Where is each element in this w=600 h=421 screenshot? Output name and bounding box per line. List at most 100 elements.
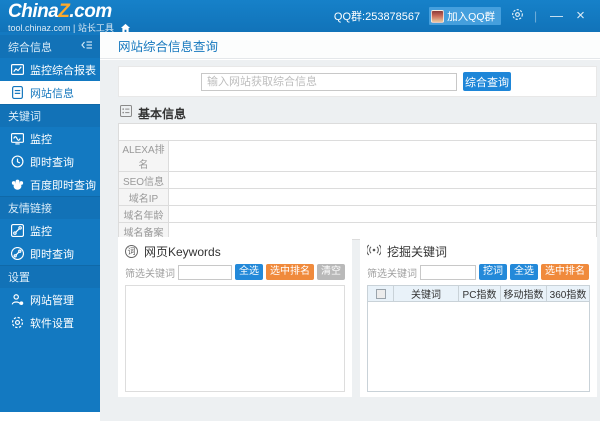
table-row: SEO信息 [118, 171, 597, 189]
section-label: 友情链接 [8, 203, 52, 215]
close-icon[interactable]: × [573, 8, 588, 23]
sidebar-item-site-manage[interactable]: 网站管理 [0, 288, 100, 311]
sidebar-item-label: 监控综合报表 [30, 64, 96, 77]
page-title: 网站综合信息查询 [118, 39, 219, 54]
link-square-icon [10, 224, 24, 238]
column-header-keyword: 关键词 [394, 286, 459, 301]
monitor-chart-icon [10, 132, 24, 146]
basic-info-table: ALEXA排名 SEO信息 域名IP 域名年龄 域名备案 [118, 123, 597, 240]
row-value [168, 140, 597, 172]
site-summary-row [118, 123, 597, 141]
sidebar-item-baidu-instant-query[interactable]: 百度即时查询 [0, 173, 100, 196]
sidebar-item-label: 监控 [30, 133, 52, 146]
keyword-circle-icon: 词 [125, 244, 138, 258]
column-header-mobile-index: 移动指数 [501, 286, 547, 301]
row-label: SEO信息 [118, 171, 169, 189]
join-qq-label: 加入QQ群 [447, 10, 495, 23]
table-row: 域名IP [118, 188, 597, 206]
settings-gear-icon[interactable] [510, 8, 525, 24]
column-header-pc-index: PC指数 [459, 286, 501, 301]
sidebar-item-label: 网站管理 [30, 294, 74, 307]
sidebar-item-label: 监控 [30, 225, 52, 238]
sidebar-section-keywords: 关键词 [0, 104, 100, 127]
search-panel: 综合查询 [118, 66, 597, 97]
join-qq-button[interactable]: 加入QQ群 [429, 7, 501, 25]
logo-com: .com [69, 1, 112, 22]
sidebar-section-friend-links: 友情链接 [0, 196, 100, 219]
section-label: 综合信息 [8, 41, 52, 54]
select-all-button[interactable]: 全选 [510, 264, 538, 280]
sidebar-item-link-instant-query[interactable]: 即时查询 [0, 242, 100, 265]
sidebar-item-label: 百度即时查询 [30, 179, 96, 192]
mining-results-grid: 关键词 PC指数 移动指数 360指数 [367, 285, 590, 392]
logo-subtitle: tool.chinaz.com | 站长工具 [8, 23, 114, 33]
keyword-filter-input[interactable] [178, 264, 232, 280]
site-url-input[interactable] [201, 72, 457, 91]
row-value [168, 171, 597, 189]
site-info-doc-icon [10, 86, 24, 100]
logo-z: Z [58, 1, 70, 22]
dig-words-button[interactable]: 挖词 [479, 264, 507, 280]
minimize-icon[interactable]: — [549, 9, 564, 23]
chart-report-icon [10, 63, 24, 77]
keywords-list[interactable] [125, 285, 345, 392]
mining-panel-title: 挖掘关键词 [387, 244, 448, 259]
baidu-paw-icon [10, 178, 24, 192]
clock-query-icon [10, 155, 24, 169]
user-manage-icon [10, 293, 24, 307]
keywords-panel-title: 网页Keywords [144, 244, 221, 259]
sidebar-item-software-settings[interactable]: 软件设置 [0, 311, 100, 334]
select-all-button[interactable]: 全选 [235, 264, 263, 280]
mining-results-body[interactable] [368, 302, 589, 391]
row-label: 域名年龄 [118, 205, 169, 223]
sidebar-item-keyword-instant-query[interactable]: 即时查询 [0, 150, 100, 173]
window-controls-divider: | [534, 9, 538, 23]
column-header-360-index: 360指数 [549, 290, 587, 301]
logo: ChinaZ.com tool.chinaz.com | 站长工具 [8, 2, 131, 34]
gear-icon [10, 316, 24, 330]
filter-keyword-label: 筛选关键词 [125, 268, 175, 280]
mining-filter-input[interactable] [420, 264, 476, 280]
table-row: 域名年龄 [118, 205, 597, 223]
row-value [168, 188, 597, 206]
main-content: 网站综合信息查询 综合查询 基本信息 [100, 32, 600, 421]
table-row: ALEXA排名 [118, 140, 597, 172]
sidebar-item-label: 软件设置 [30, 317, 74, 330]
basic-info-icon [120, 104, 132, 122]
sidebar-item-label: 即时查询 [30, 248, 74, 261]
keyword-mining-panel: 挖掘关键词 筛选关键词 挖词 全选 选中排名 关键词 PC指数 移动指数 360… [360, 237, 597, 397]
content-body: 综合查询 基本信息 ALEXA排名 [100, 60, 600, 421]
home-icon[interactable] [120, 23, 131, 34]
section-label: 关键词 [8, 111, 41, 123]
section-label: 设置 [8, 272, 30, 284]
sidebar-item-label: 即时查询 [30, 156, 74, 169]
basic-info-title: 基本信息 [138, 106, 187, 121]
site-summary-cell [118, 123, 597, 141]
select-all-checkbox[interactable] [375, 288, 386, 299]
app-window: ChinaZ.com tool.chinaz.com | 站长工具 QQ群:25… [0, 0, 600, 421]
sidebar-section-overview: 综合信息 [0, 35, 100, 58]
selected-rank-button[interactable]: 选中排名 [266, 264, 314, 280]
filter-keyword-label: 筛选关键词 [367, 268, 417, 280]
collapse-sidebar-icon[interactable] [81, 40, 93, 53]
sidebar: 综合信息 监控综合报表 网站信息 关键词 监控 即时查询 百度即时查询 友情链接… [0, 32, 100, 412]
comprehensive-query-button[interactable]: 综合查询 [463, 72, 511, 91]
sidebar-item-link-monitor[interactable]: 监控 [0, 219, 100, 242]
link-circle-icon [10, 247, 24, 261]
page-keywords-panel: 词 网页Keywords 筛选关键词 全选 选中排名 清空 [118, 237, 352, 397]
sidebar-item-site-info[interactable]: 网站信息 [0, 81, 100, 104]
logo-text: China [8, 1, 59, 22]
row-label: ALEXA排名 [118, 140, 169, 172]
row-label: 域名IP [118, 188, 169, 206]
sidebar-section-settings: 设置 [0, 265, 100, 288]
title-bar: ChinaZ.com tool.chinaz.com | 站长工具 QQ群:25… [0, 0, 600, 34]
sidebar-item-label: 网站信息 [30, 87, 74, 100]
sidebar-item-keyword-monitor[interactable]: 监控 [0, 127, 100, 150]
sidebar-item-monitor-report[interactable]: 监控综合报表 [0, 58, 100, 81]
qq-group-number: QQ群:253878567 [333, 11, 421, 23]
selected-rank-button[interactable]: 选中排名 [541, 264, 589, 280]
qq-avatar-icon [431, 9, 445, 23]
row-value [168, 205, 597, 223]
mining-radar-icon [366, 244, 382, 259]
clear-button[interactable]: 清空 [317, 264, 345, 280]
